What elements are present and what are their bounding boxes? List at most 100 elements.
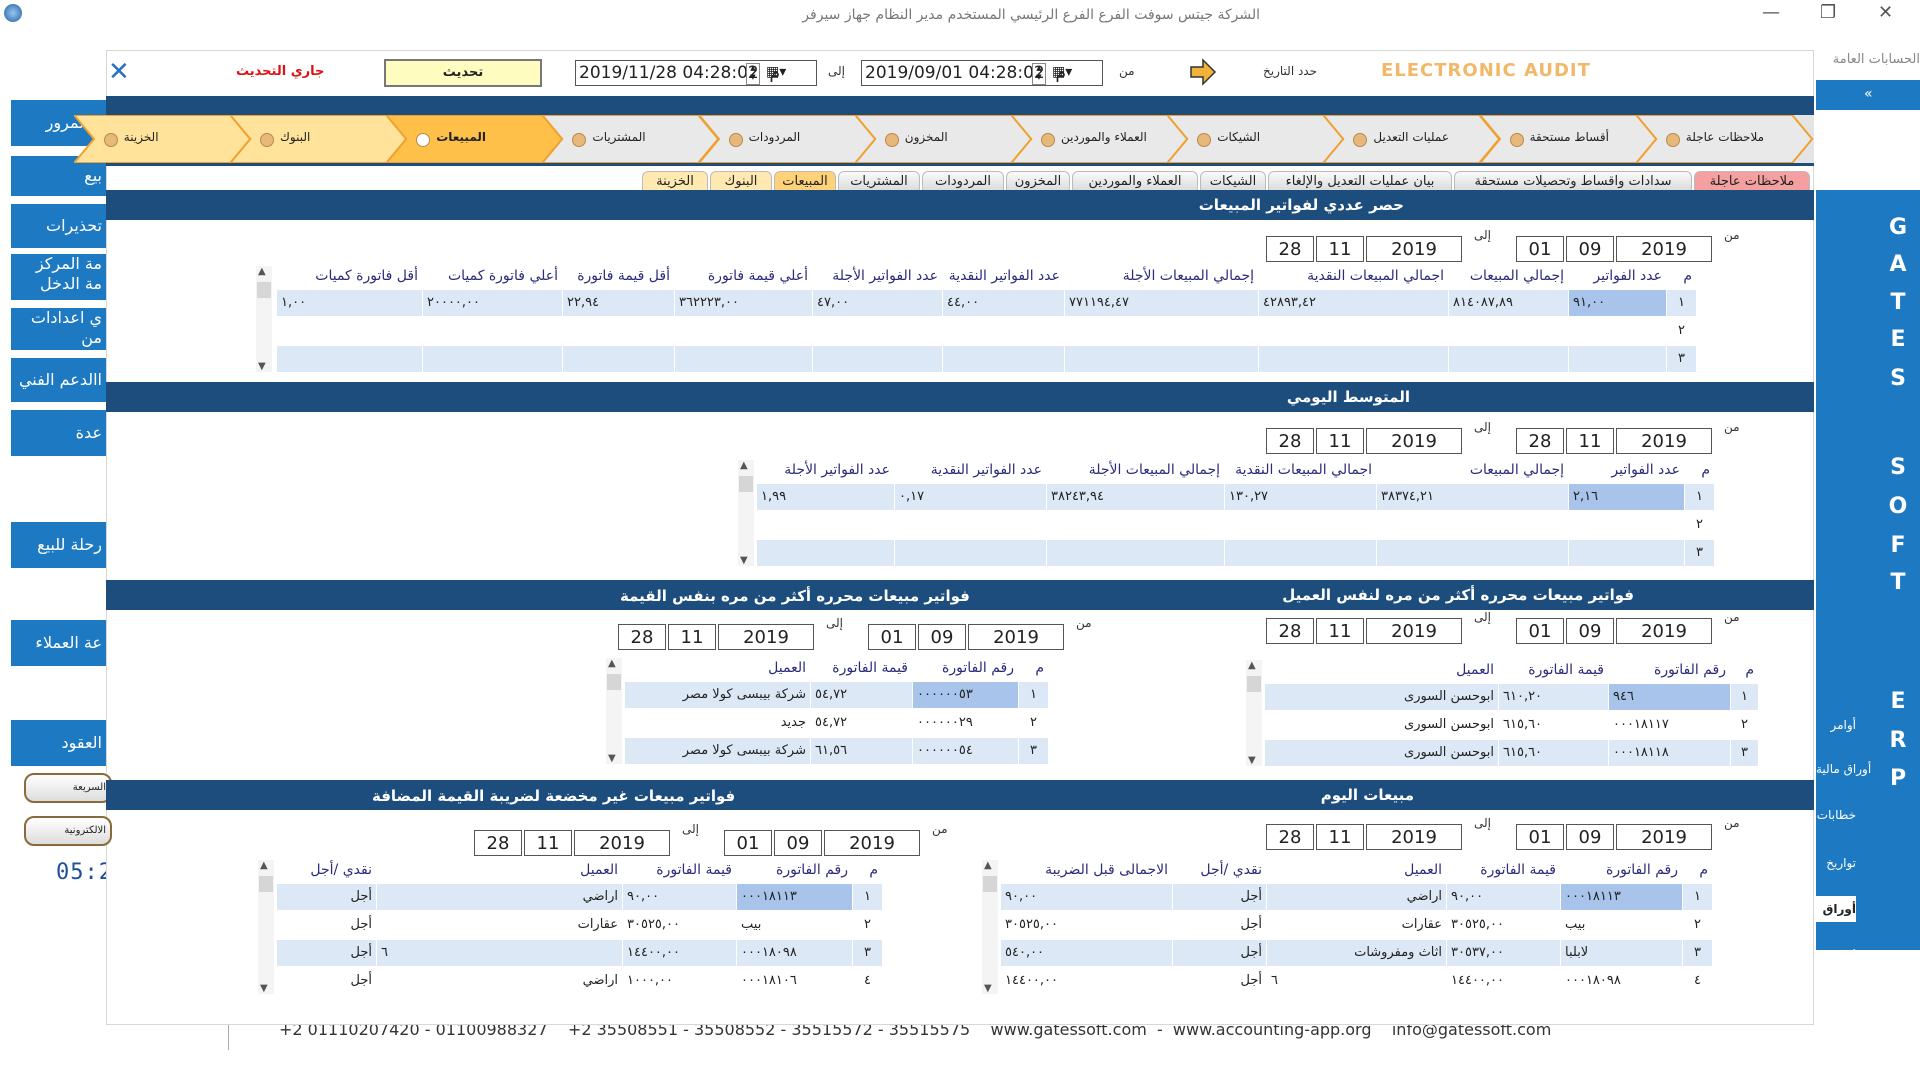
stage-step-1[interactable]: ملاحظات عاجلة	[1635, 115, 1814, 163]
scroll-up-icon[interactable]: ▲	[258, 266, 266, 277]
date-month-field[interactable]: 11	[1316, 824, 1364, 850]
date-month-field[interactable]: 09	[774, 830, 822, 856]
stage-step-3[interactable]: عمليات التعديل	[1323, 115, 1501, 163]
table-cell[interactable]: ٢	[1684, 512, 1714, 538]
right-menu-item[interactable]: أوراق مالية	[1816, 756, 1871, 782]
table-cell[interactable]	[1568, 346, 1666, 372]
table-cell[interactable]: أجل	[276, 912, 376, 938]
table-cell[interactable]	[894, 512, 1046, 538]
table-cell[interactable]: ١٠٠٠,٠٠	[622, 968, 736, 994]
scroll-down-icon[interactable]: ▼	[258, 361, 266, 372]
date-year-field[interactable]: 2019	[1366, 428, 1462, 454]
table-cell[interactable]	[674, 318, 812, 344]
left-menu-button[interactable]: العقود	[11, 720, 106, 766]
tab-4[interactable]: الشيكات	[1200, 171, 1266, 191]
restore-button[interactable]: ❐	[1820, 2, 1836, 23]
tab-2[interactable]: سدادات واقساط وتحصيلات مستحقة	[1454, 171, 1692, 191]
table-cell[interactable]: ٩٠,٠٠	[622, 884, 736, 910]
scrollbar-thumb[interactable]	[607, 674, 621, 690]
left-menu-button[interactable]: مة المركز مة الدخل	[11, 254, 106, 300]
table-cell[interactable]	[1448, 318, 1568, 344]
table-cell[interactable]: ٤	[852, 968, 882, 994]
tab-11[interactable]: الخزينة	[642, 171, 708, 191]
table-cell[interactable]: ٣	[1666, 346, 1696, 372]
table-cell[interactable]: ٠٠٠٠٠٠٥٤	[912, 738, 1018, 764]
stage-step-5[interactable]: العملاء والموردين	[1011, 115, 1189, 163]
date-year-field[interactable]: 2019	[824, 830, 920, 856]
date-month-field[interactable]: 11	[1316, 618, 1364, 644]
table-cell[interactable]: أجل	[276, 884, 376, 910]
date-year-field[interactable]: 2019	[1366, 236, 1462, 262]
column-header[interactable]: قيمة الفاتورة	[622, 862, 732, 878]
column-header[interactable]: عدد الفواتير النقدية	[894, 462, 1042, 478]
table-cell[interactable]: عقارات	[376, 912, 622, 938]
scroll-down-icon[interactable]: ▼	[608, 753, 616, 764]
left-menu-button[interactable]: تحذيرات	[11, 204, 106, 248]
column-header[interactable]: العميل	[624, 660, 806, 676]
column-header[interactable]: م	[852, 862, 878, 878]
right-menu-item[interactable]: أمين	[1816, 944, 1856, 970]
table-cell[interactable]: لابلبا	[1560, 940, 1682, 966]
table-cell[interactable]: ٣٦٢٢٢٣,٠٠	[674, 290, 812, 316]
scrollbar-thumb[interactable]	[259, 876, 273, 892]
tab-9[interactable]: المبيعات	[774, 171, 836, 191]
table-cell[interactable]: ١	[852, 884, 882, 910]
table-cell[interactable]: ٥٤٠,٠٠	[1000, 940, 1172, 966]
table-cell[interactable]: أجل	[276, 940, 376, 966]
close-panel-icon[interactable]: ✕	[108, 57, 130, 87]
table-cell[interactable]	[1568, 540, 1684, 566]
table-cell[interactable]	[1224, 512, 1376, 538]
date-year-field[interactable]: 2019	[1366, 618, 1462, 644]
table-cell[interactable]	[756, 512, 894, 538]
table-cell[interactable]	[942, 318, 1064, 344]
table-cell[interactable]	[894, 540, 1046, 566]
column-header[interactable]: الاجمالى قبل الضريبة	[1000, 862, 1168, 878]
column-header[interactable]: أقل قيمة فاتورة	[562, 268, 670, 284]
table-cell[interactable]	[1568, 512, 1684, 538]
table-cell[interactable]: ٢	[1730, 712, 1758, 738]
table-cell[interactable]: ٣	[1018, 738, 1048, 764]
column-header[interactable]: م	[1730, 662, 1754, 678]
column-header[interactable]: إجمالي المبيعات الأجلة	[1046, 462, 1220, 478]
shortcut-oval-button[interactable]: السريعة	[24, 773, 112, 803]
date-day-field[interactable]: 28	[474, 830, 522, 856]
table-cell[interactable]	[1046, 540, 1224, 566]
left-menu-button[interactable]: رحلة للبيع	[11, 522, 106, 568]
table-cell[interactable]: ١	[1018, 682, 1048, 708]
stage-step-8[interactable]: المشتريات	[542, 115, 720, 163]
table-cell[interactable]: ابوحسن السورى	[1264, 712, 1498, 738]
table-cell[interactable]	[1568, 318, 1666, 344]
table-cell[interactable]	[562, 346, 674, 372]
column-header[interactable]: العميل	[1266, 862, 1442, 878]
column-header[interactable]: عدد الفواتير الأجلة	[756, 462, 890, 478]
scroll-down-icon[interactable]: ▼	[740, 555, 748, 566]
table-cell[interactable]: ٠٠٠٠٠٠٥٣	[912, 682, 1018, 708]
table-cell[interactable]: ٠٠٠١٨١١٨	[1608, 740, 1730, 766]
table-cell[interactable]: ٢,١٦	[1568, 484, 1684, 510]
table-cell[interactable]	[422, 346, 562, 372]
table-cell[interactable]: اراضي	[376, 968, 622, 994]
table-cell[interactable]: ٩٠,٠٠	[1446, 884, 1560, 910]
table-cell[interactable]: ٩١,٠٠	[1568, 290, 1666, 316]
go-arrow-icon[interactable]	[1189, 58, 1217, 86]
date-month-field[interactable]: 09	[918, 624, 966, 650]
column-header[interactable]: العميل	[376, 862, 618, 878]
column-header[interactable]: رقم الفاتورة	[1560, 862, 1678, 878]
column-header[interactable]: م	[1682, 862, 1708, 878]
tab-1[interactable]: ملاحظات عاجلة	[1694, 171, 1810, 191]
table-cell[interactable]	[276, 346, 422, 372]
column-header[interactable]: أقل فاتورة كميات	[276, 268, 418, 284]
table-cell[interactable]: أجل	[1172, 968, 1266, 994]
column-header[interactable]: أعلي فاتورة كميات	[422, 268, 558, 284]
right-menu-item[interactable]: خطابات	[1816, 802, 1856, 828]
spinner-icon[interactable]: ▲ ▼	[1032, 63, 1046, 85]
date-year-field[interactable]: 2019	[718, 624, 814, 650]
table-scrollbar[interactable]: ▲ ▼	[1246, 660, 1262, 766]
date-month-field[interactable]: 11	[524, 830, 572, 856]
date-day-field[interactable]: 01	[868, 624, 916, 650]
table-cell[interactable]: بيب	[1560, 912, 1682, 938]
scrollbar-thumb[interactable]	[257, 282, 271, 298]
date-day-field[interactable]: 01	[1516, 236, 1564, 262]
right-menu-item[interactable]: ضريبة	[1816, 990, 1856, 1016]
table-cell[interactable]: ١٣٠,٢٧	[1224, 484, 1376, 510]
